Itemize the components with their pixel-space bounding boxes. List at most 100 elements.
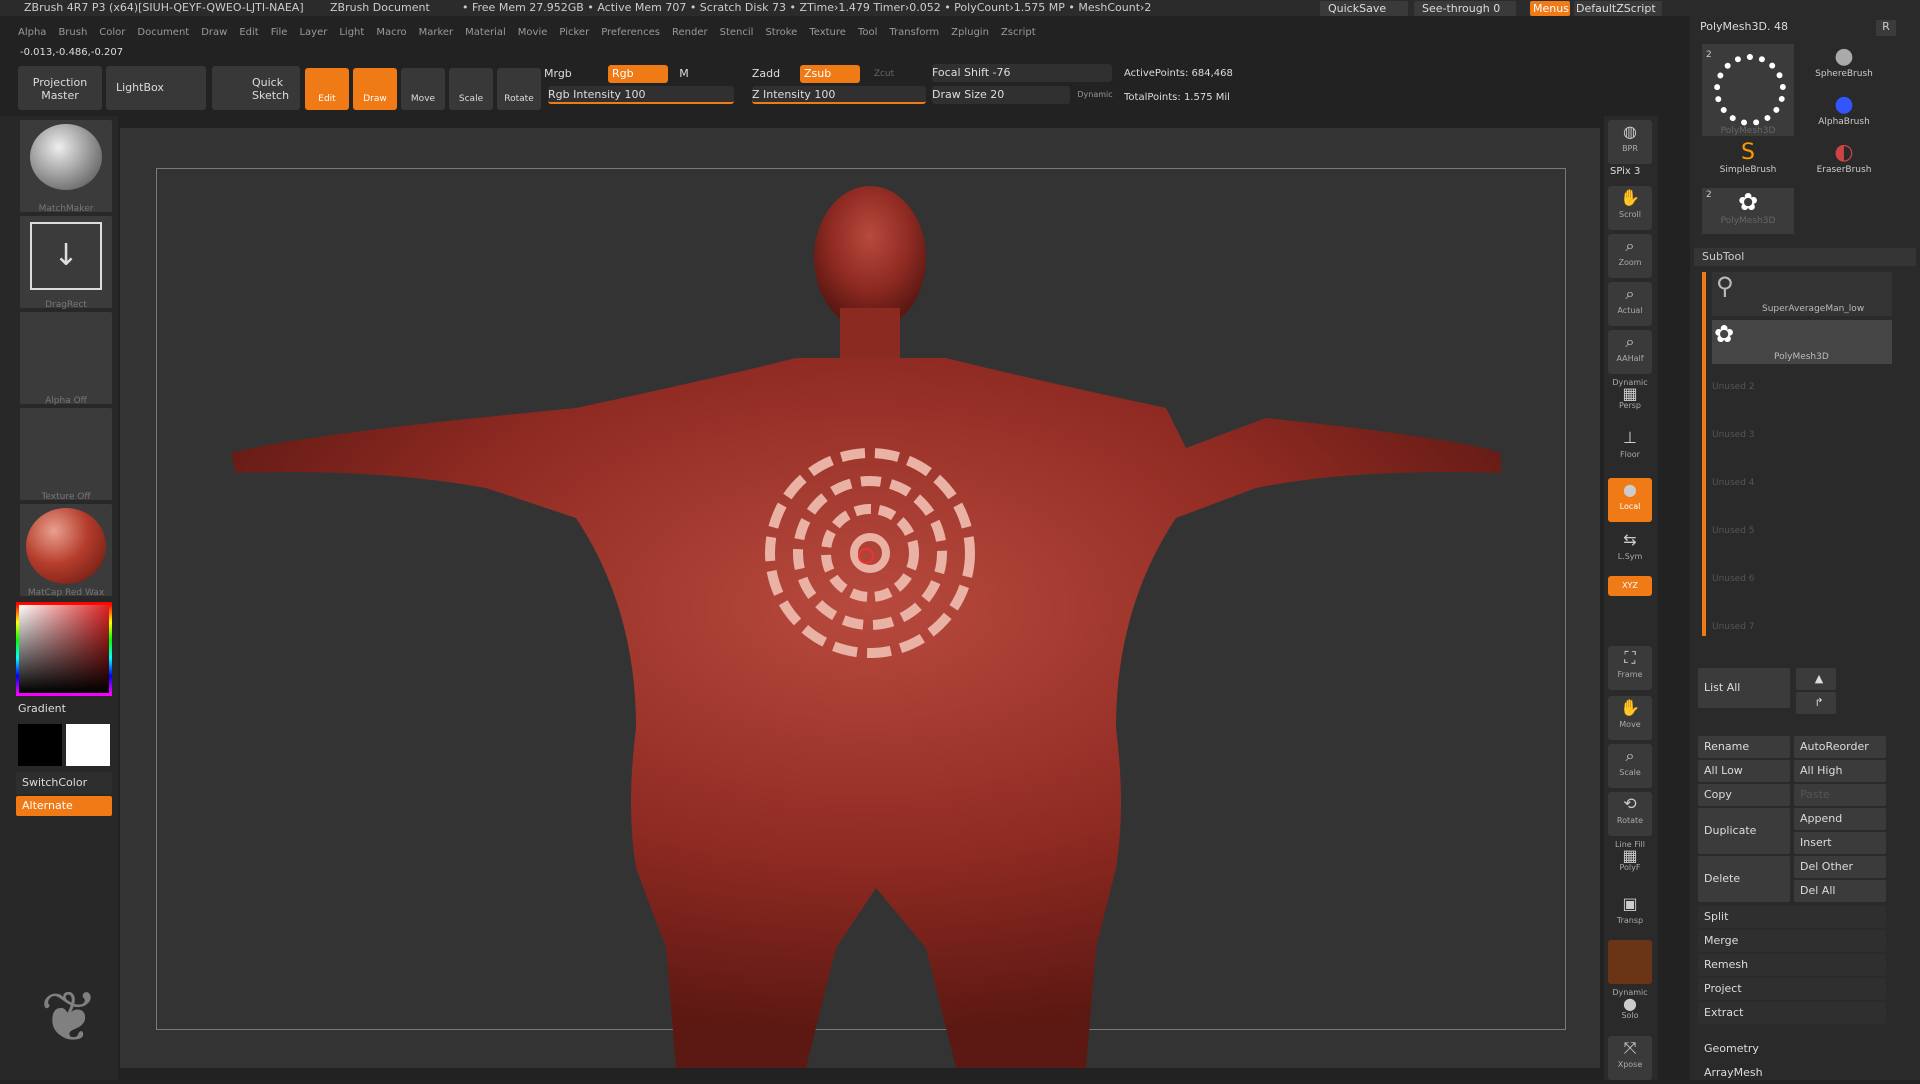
polyf-button[interactable]: Line Fill ▦ PolyF bbox=[1608, 840, 1652, 884]
actual-button[interactable]: ⌕ Actual bbox=[1608, 282, 1652, 326]
subtool-item[interactable]: ⚲ SuperAverageMan_low bbox=[1712, 272, 1892, 316]
menu-item-material[interactable]: Material bbox=[465, 27, 506, 38]
autoreorder-button[interactable]: AutoReorder bbox=[1794, 736, 1886, 758]
projection-master-button[interactable]: Projection Master bbox=[18, 66, 102, 110]
draw-button[interactable]: Draw bbox=[353, 68, 397, 110]
edit-button[interactable]: Edit bbox=[305, 68, 349, 110]
transp-button[interactable]: ▣ Transp bbox=[1608, 892, 1652, 936]
subtool-unused-slot[interactable]: Unused 4 bbox=[1712, 464, 1892, 508]
menus-button[interactable]: Menus bbox=[1530, 1, 1570, 16]
append-button[interactable]: Append bbox=[1794, 808, 1886, 830]
subtool-scrollbar[interactable] bbox=[1702, 272, 1706, 636]
subtool-unused-slot[interactable]: Unused 6 bbox=[1712, 560, 1892, 604]
menu-item-transform[interactable]: Transform bbox=[889, 27, 939, 38]
scroll-button[interactable]: ✋ Scroll bbox=[1608, 186, 1652, 230]
move-button[interactable]: Move bbox=[401, 68, 445, 110]
menu-item-light[interactable]: Light bbox=[339, 27, 364, 38]
persp-button[interactable]: Dynamic ▦ Persp bbox=[1608, 378, 1652, 422]
xyz-button[interactable]: XYZ bbox=[1608, 576, 1652, 596]
see-through-slider[interactable]: See-through 0 bbox=[1414, 1, 1516, 16]
switchcolor-button[interactable]: SwitchColor bbox=[16, 772, 112, 794]
tool-polymesh-large[interactable]: 2 PolyMesh3D bbox=[1702, 44, 1794, 136]
all-high-button[interactable]: All High bbox=[1794, 760, 1886, 782]
local-button[interactable]: ● Local bbox=[1608, 478, 1652, 522]
menu-item-color[interactable]: Color bbox=[99, 27, 125, 38]
menu-item-zscript[interactable]: Zscript bbox=[1001, 27, 1036, 38]
material-tile[interactable]: MatCap Red Wax bbox=[20, 504, 112, 598]
bpr-button[interactable]: ◍ BPR bbox=[1608, 120, 1652, 164]
r-button[interactable]: R bbox=[1876, 20, 1896, 36]
geometry-header[interactable]: Geometry bbox=[1698, 1038, 1886, 1060]
m-button[interactable]: M bbox=[674, 65, 694, 83]
menu-item-marker[interactable]: Marker bbox=[419, 27, 454, 38]
del-all-button[interactable]: Del All bbox=[1794, 880, 1886, 902]
floor-button[interactable]: ⊥ Floor bbox=[1608, 426, 1652, 470]
tool-polymesh-small[interactable]: 2 ✿ PolyMesh3D bbox=[1702, 188, 1794, 234]
duplicate-button[interactable]: Duplicate bbox=[1698, 808, 1790, 854]
menu-item-stroke[interactable]: Stroke bbox=[765, 27, 797, 38]
menu-item-brush[interactable]: Brush bbox=[58, 27, 87, 38]
rotate-view-button[interactable]: ⟲ Rotate bbox=[1608, 792, 1652, 836]
menu-item-texture[interactable]: Texture bbox=[809, 27, 846, 38]
menu-item-macro[interactable]: Macro bbox=[376, 27, 406, 38]
aahalf-button[interactable]: ⌕ AAHalf bbox=[1608, 330, 1652, 374]
list-all-button[interactable]: List All bbox=[1698, 668, 1790, 708]
frame-button[interactable]: ⛶ Frame bbox=[1608, 646, 1652, 690]
default-zscript-button[interactable]: DefaultZScript bbox=[1574, 1, 1662, 16]
z-intensity-slider[interactable]: Z Intensity 100 bbox=[752, 86, 926, 104]
alpha-tile[interactable]: Alpha Off bbox=[20, 312, 112, 406]
arraymesh-header[interactable]: ArrayMesh bbox=[1698, 1062, 1886, 1084]
spix-slider[interactable]: SPix 3 bbox=[1610, 166, 1640, 177]
subtool-header[interactable]: SubTool bbox=[1694, 248, 1916, 266]
split-button[interactable]: Split bbox=[1698, 906, 1886, 928]
extract-button[interactable]: Extract bbox=[1698, 1002, 1886, 1024]
quicksave-button[interactable]: QuickSave bbox=[1320, 1, 1408, 16]
menu-item-edit[interactable]: Edit bbox=[239, 27, 258, 38]
tool-simplebrush[interactable]: S SimpleBrush bbox=[1702, 140, 1794, 186]
secondary-color-swatch[interactable] bbox=[66, 724, 110, 766]
merge-button[interactable]: Merge bbox=[1698, 930, 1886, 952]
zcut-button[interactable]: Zcut bbox=[864, 65, 904, 83]
paste-button[interactable]: Paste bbox=[1794, 784, 1886, 806]
mrgb-button[interactable]: Mrgb bbox=[544, 65, 606, 83]
rgb-button[interactable]: Rgb bbox=[608, 65, 668, 83]
move-view-button[interactable]: ✋ Move bbox=[1608, 696, 1652, 740]
scale-button[interactable]: Scale bbox=[449, 68, 493, 110]
move-up-arrow-icon[interactable]: ▲ bbox=[1796, 668, 1836, 690]
menu-item-render[interactable]: Render bbox=[672, 27, 708, 38]
menu-item-zplugin[interactable]: Zplugin bbox=[951, 27, 989, 38]
all-low-button[interactable]: All Low bbox=[1698, 760, 1790, 782]
move-down-arrow-icon[interactable]: ↱ bbox=[1796, 692, 1836, 714]
tool-spherebrush[interactable]: ● SphereBrush bbox=[1798, 44, 1890, 90]
delete-button[interactable]: Delete bbox=[1698, 856, 1790, 902]
dynamic-toggle[interactable]: Dynamic bbox=[1074, 86, 1116, 104]
zsub-button[interactable]: Zsub bbox=[800, 65, 860, 83]
copy-button[interactable]: Copy bbox=[1698, 784, 1790, 806]
remesh-button[interactable]: Remesh bbox=[1698, 954, 1886, 976]
menu-item-preferences[interactable]: Preferences bbox=[601, 27, 660, 38]
ghost-button[interactable] bbox=[1608, 940, 1652, 984]
zadd-button[interactable]: Zadd bbox=[738, 65, 794, 83]
menu-item-picker[interactable]: Picker bbox=[559, 27, 589, 38]
human-model[interactable] bbox=[156, 168, 1566, 1068]
insert-button[interactable]: Insert bbox=[1794, 832, 1886, 854]
alternate-button[interactable]: Alternate bbox=[16, 796, 112, 816]
menu-item-draw[interactable]: Draw bbox=[201, 27, 227, 38]
rotate-button[interactable]: Rotate bbox=[497, 68, 541, 110]
color-picker[interactable] bbox=[16, 602, 112, 696]
menu-item-movie[interactable]: Movie bbox=[518, 27, 548, 38]
focal-shift-slider[interactable]: Focal Shift -76 bbox=[932, 64, 1112, 82]
texture-tile[interactable]: Texture Off bbox=[20, 408, 112, 502]
solo-button[interactable]: Dynamic ● Solo bbox=[1608, 988, 1652, 1032]
zoom-button[interactable]: ⌕ Zoom bbox=[1608, 234, 1652, 278]
subtool-unused-slot[interactable]: Unused 3 bbox=[1712, 416, 1892, 460]
subtool-unused-slot[interactable]: Unused 5 bbox=[1712, 512, 1892, 556]
lsym-button[interactable]: ⇆ L.Sym bbox=[1608, 528, 1652, 572]
quick-sketch-button[interactable]: Quick Sketch bbox=[212, 66, 300, 110]
rgb-intensity-slider[interactable]: Rgb Intensity 100 bbox=[548, 86, 734, 104]
subtool-unused-slot[interactable]: Unused 2 bbox=[1712, 368, 1892, 412]
project-button[interactable]: Project bbox=[1698, 978, 1886, 1000]
del-other-button[interactable]: Del Other bbox=[1794, 856, 1886, 878]
menu-item-alpha[interactable]: Alpha bbox=[18, 27, 46, 38]
tool-eraserbrush[interactable]: ◐ EraserBrush bbox=[1798, 140, 1890, 186]
